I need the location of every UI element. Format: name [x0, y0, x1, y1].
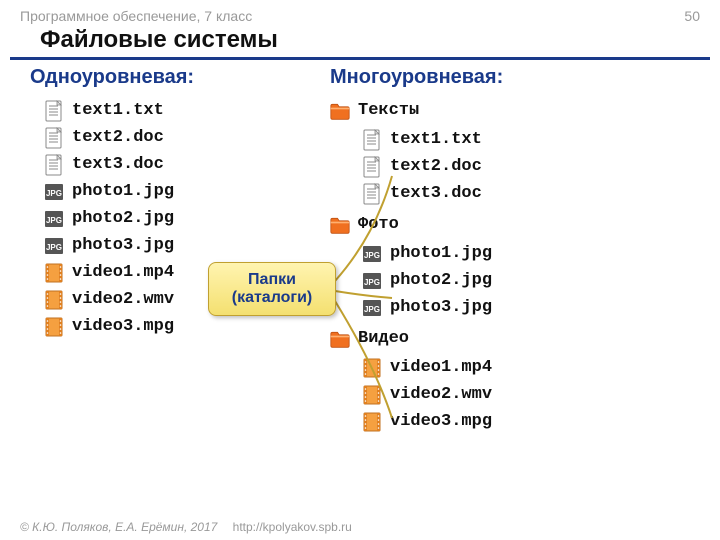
file-row: photo3.jpg — [362, 294, 710, 321]
file-row: video3.mpg — [362, 408, 710, 435]
file-name: text2.doc — [72, 128, 164, 147]
flat-column: Одноуровневая: text1.txt text2.doc text3… — [10, 66, 290, 439]
file-row: photo1.jpg — [44, 178, 290, 205]
folder-row: Тексты — [330, 97, 710, 124]
callout-line1: Папки — [248, 271, 296, 289]
footer-url: http://kpolyakov.spb.ru — [233, 520, 352, 534]
file-row: text1.txt — [362, 126, 710, 153]
file-name: text3.doc — [72, 155, 164, 174]
file-row: text1.txt — [44, 97, 290, 124]
file-name: video1.mp4 — [72, 263, 174, 282]
txt-icon — [44, 100, 64, 122]
folder-icon — [330, 100, 350, 122]
callout-bubble: Папки (каталоги) — [208, 262, 336, 316]
folder-name: Тексты — [358, 101, 419, 120]
file-row: video1.mp4 — [362, 354, 710, 381]
file-row: photo2.jpg — [44, 205, 290, 232]
flat-heading: Одноуровневая: — [30, 66, 290, 89]
subject-label: Программное обеспечение, 7 класс — [20, 8, 252, 24]
file-name: photo1.jpg — [72, 182, 174, 201]
vid-icon — [44, 262, 64, 284]
file-row: photo2.jpg — [362, 267, 710, 294]
jpg-icon — [44, 208, 64, 230]
file-row: text2.doc — [362, 153, 710, 180]
file-name: photo2.jpg — [72, 209, 174, 228]
footer: © К.Ю. Поляков, Е.А. Ерёмин, 2017 http:/… — [20, 520, 352, 534]
page-number: 50 — [684, 8, 700, 24]
jpg-icon — [44, 235, 64, 257]
file-row: text3.doc — [44, 151, 290, 178]
copyright: © К.Ю. Поляков, Е.А. Ерёмин, 2017 — [20, 520, 217, 534]
callout-line2: (каталоги) — [232, 289, 313, 307]
file-name: video3.mpg — [72, 317, 174, 336]
page-title: Файловые системы — [10, 26, 710, 60]
slide-header: Программное обеспечение, 7 класс 50 — [0, 0, 720, 26]
tree-heading: Многоуровневая: — [330, 66, 710, 89]
vid-icon — [44, 316, 64, 338]
file-row: photo1.jpg — [362, 240, 710, 267]
txt-icon — [44, 154, 64, 176]
jpg-icon — [44, 181, 64, 203]
file-row: video2.wmv — [362, 381, 710, 408]
file-name: photo3.jpg — [72, 236, 174, 255]
file-row: photo3.jpg — [44, 232, 290, 259]
txt-icon — [44, 127, 64, 149]
file-row: video3.mpg — [44, 313, 290, 340]
file-row: text3.doc — [362, 180, 710, 207]
file-name: video2.wmv — [72, 290, 174, 309]
file-row: text2.doc — [44, 124, 290, 151]
file-name: text1.txt — [72, 101, 164, 120]
vid-icon — [44, 289, 64, 311]
